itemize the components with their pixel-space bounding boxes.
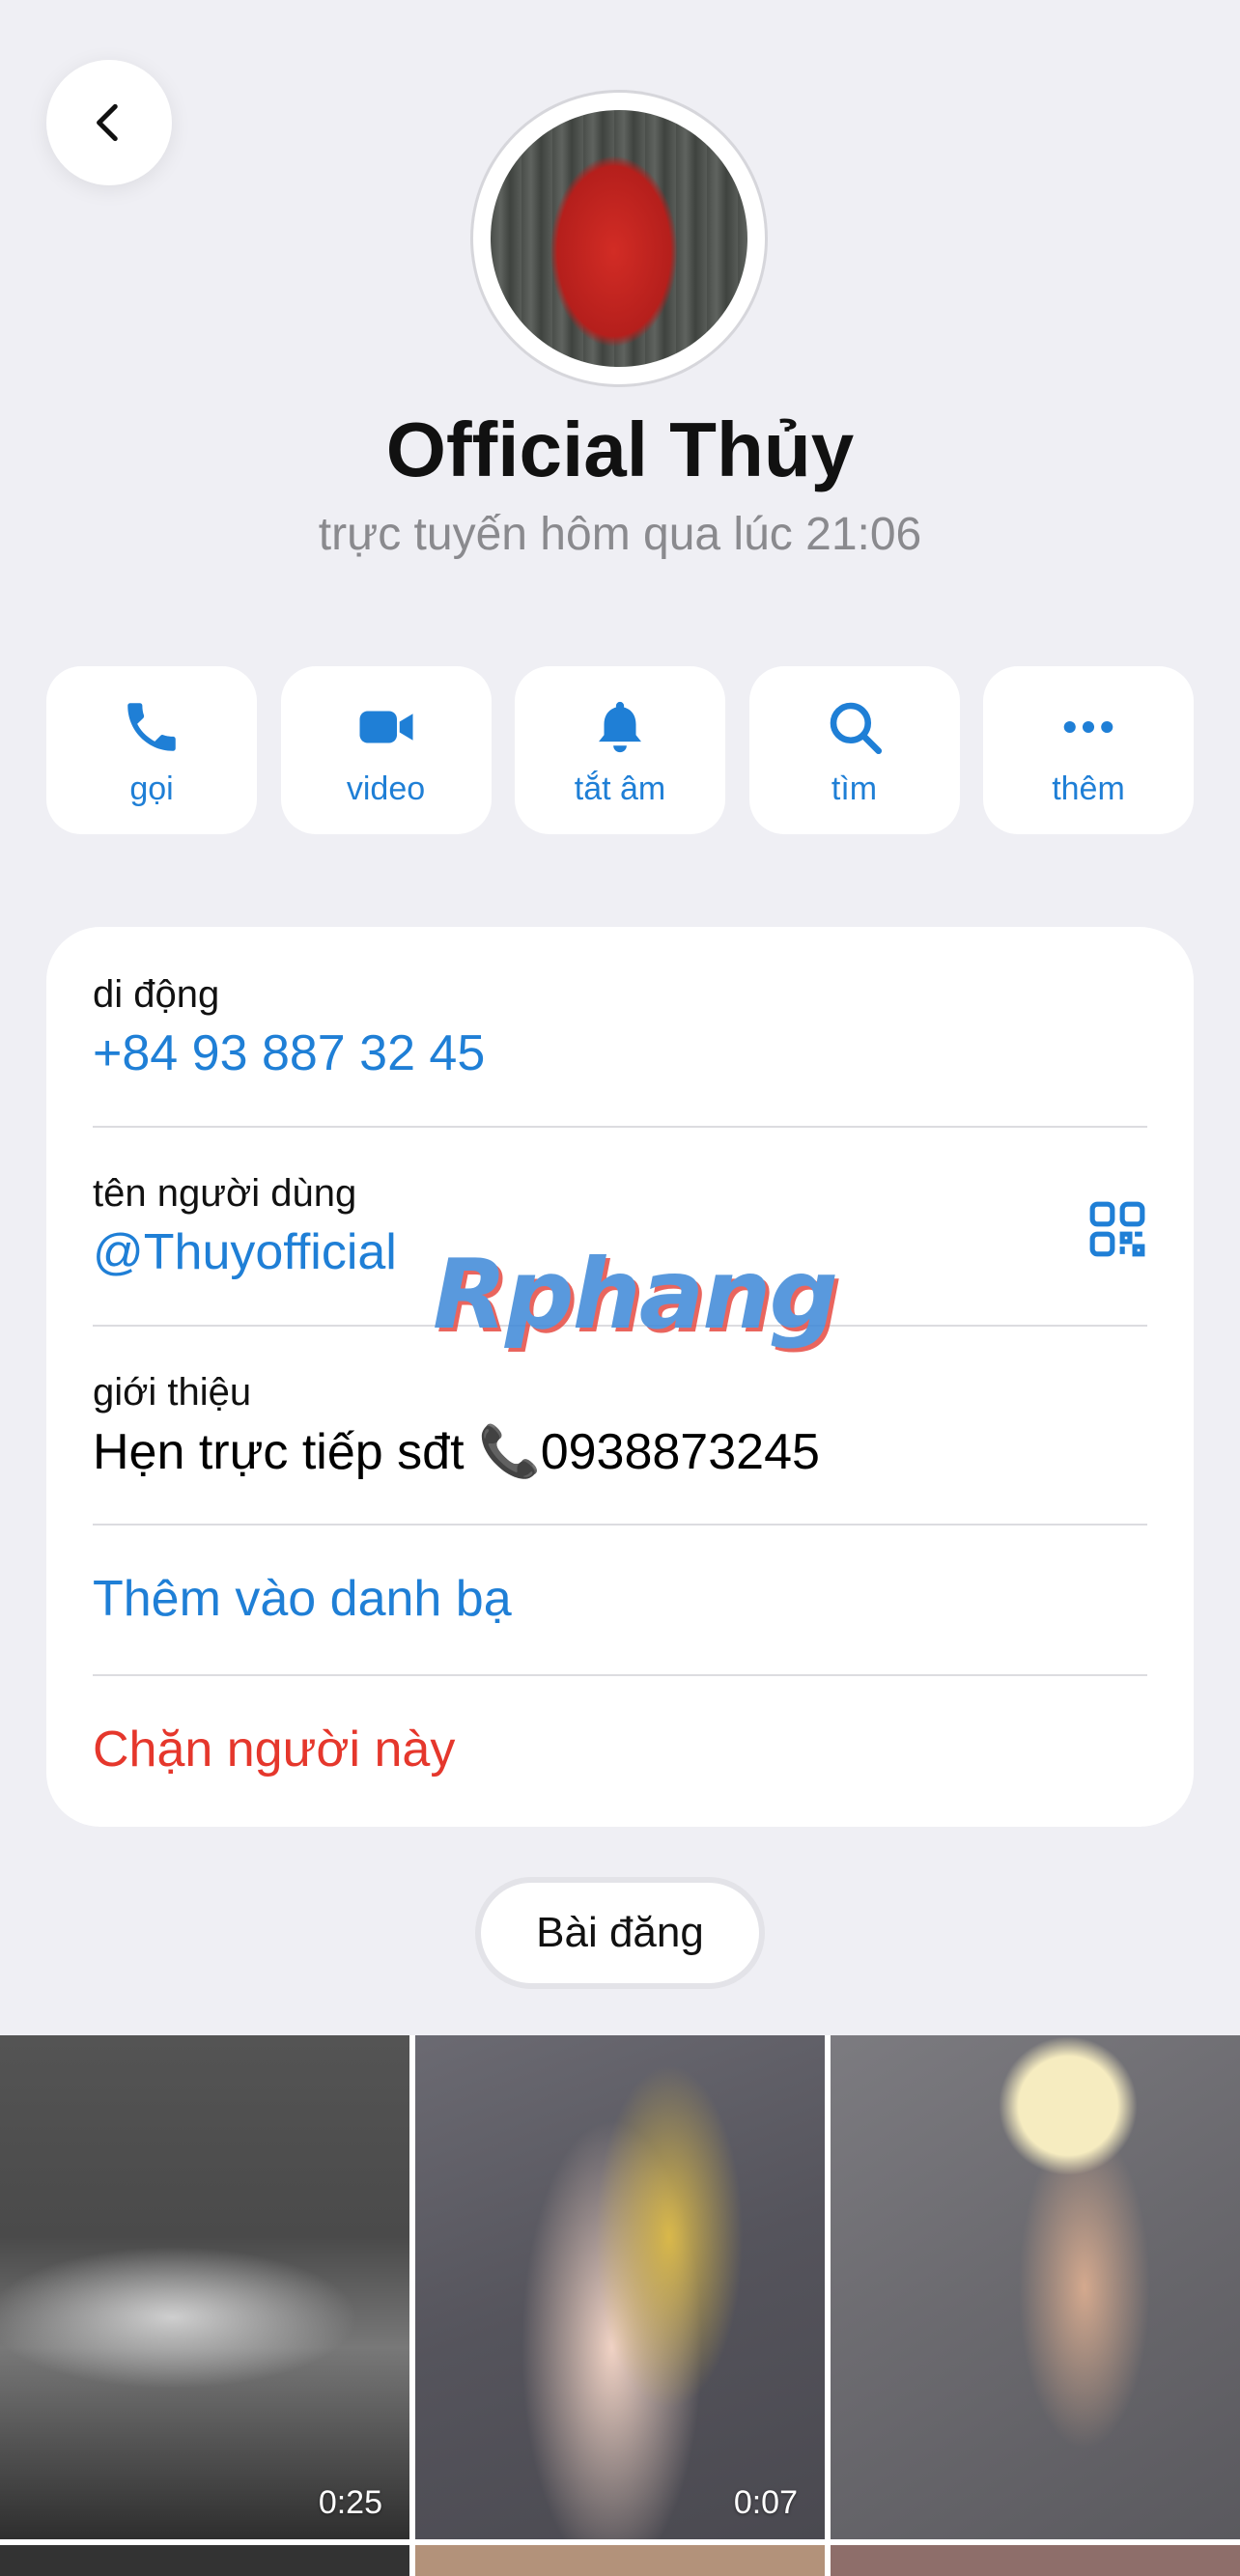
call-label: gọi [129,770,174,807]
more-icon [1055,693,1122,761]
block-row[interactable]: Chặn người này [93,1721,1147,1778]
video-label: video [346,770,426,807]
add-contact-link[interactable]: Thêm vào danh bạ [93,1570,1147,1628]
mute-label: tắt âm [574,770,666,807]
media-grid: 0:25 0:07 [0,2035,1240,2576]
avatar-image [491,110,747,367]
search-label: tìm [831,770,878,807]
divider [93,1126,1147,1128]
watermark-logo: Rphang [433,1238,838,1351]
posts-tab[interactable]: Bài đăng [475,1877,765,1989]
search-icon [821,693,888,761]
avatar[interactable] [473,93,765,384]
more-label: thêm [1052,770,1125,807]
mobile-number[interactable]: +84 93 887 32 45 [93,1024,1147,1082]
back-button[interactable] [46,60,172,185]
chevron-left-icon [97,103,118,142]
call-button[interactable]: gọi [46,666,257,834]
media-tile[interactable] [0,2545,409,2576]
last-seen-status: trực tuyến hôm qua lúc 21:06 [318,509,922,560]
profile-name: Official Thủy [385,406,855,492]
mobile-row[interactable]: di động +84 93 887 32 45 [93,973,1147,1082]
media-tile[interactable]: 0:07 [415,2035,825,2539]
info-card: di động +84 93 887 32 45 tên người dùng … [46,927,1194,1827]
more-button[interactable]: thêm [983,666,1194,834]
media-tile[interactable] [831,2545,1240,2576]
bell-icon [586,693,654,761]
mobile-caption: di động [93,973,220,1016]
phone-icon [118,693,185,761]
action-row: gọi video tắt âm tìm thêm [46,666,1194,834]
block-user-link[interactable]: Chặn người này [93,1721,1147,1778]
qr-code-icon[interactable] [1087,1199,1147,1259]
video-button[interactable]: video [280,666,492,834]
mute-button[interactable]: tắt âm [515,666,725,834]
video-camera-icon [352,693,420,761]
media-tile[interactable] [415,2545,825,2576]
media-tile[interactable] [831,2035,1240,2539]
bio-text: Hẹn trực tiếp sđt 📞0938873245 [93,1424,820,1480]
bio-caption: giới thiệu [93,1371,252,1414]
video-duration: 0:07 [733,2484,798,2521]
add-contact-row[interactable]: Thêm vào danh bạ [93,1570,1147,1628]
username-caption: tên người dùng [93,1172,357,1215]
video-duration: 0:25 [318,2484,382,2521]
media-tile[interactable]: 0:25 [0,2035,409,2539]
profile-screen: Official Thủy trực tuyến hôm qua lúc 21:… [0,0,1240,2576]
divider [93,1524,1147,1526]
bio-row: giới thiệu Hẹn trực tiếp sđt 📞0938873245 [93,1371,1147,1481]
divider [93,1674,1147,1676]
search-button[interactable]: tìm [748,666,960,834]
